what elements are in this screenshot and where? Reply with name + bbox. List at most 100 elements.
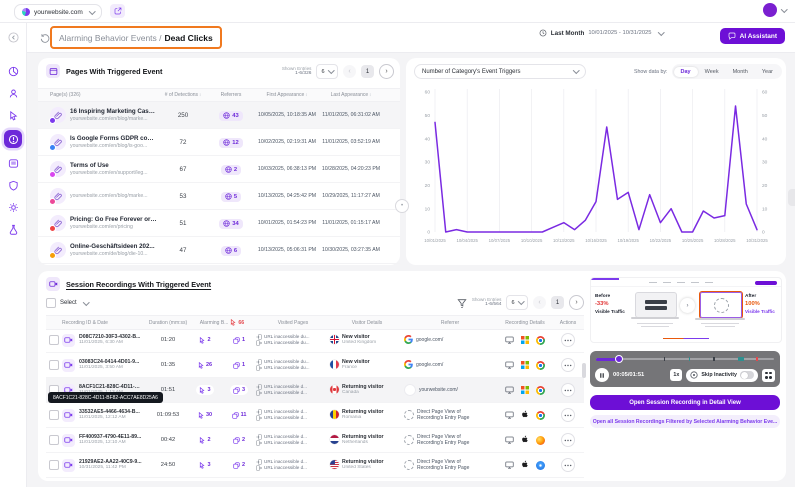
pages-table-row[interactable]: Online-Geschäftsideen 202...yourwebsite.…	[38, 237, 400, 264]
recording-date: 11/01/2025, 12:10 AM	[79, 440, 141, 446]
date-preset-label: Last Month	[551, 30, 585, 37]
pages-table-row[interactable]: 16 Inspiring Marketing Case ...yourwebsi…	[38, 102, 400, 129]
row-checkbox[interactable]	[49, 460, 59, 470]
col-detections[interactable]: # of Detections↕	[158, 92, 208, 98]
pages-count-cell: 2	[222, 435, 256, 445]
share-button[interactable]	[110, 4, 125, 18]
monitor-icon	[505, 331, 514, 349]
row-checkbox[interactable]	[49, 410, 59, 420]
row-actions-button[interactable]	[561, 383, 575, 397]
sidebar-item-settings[interactable]	[6, 200, 20, 214]
recording-row[interactable]: 21929AE2-AA22-40C9-9...10/31/2025, 11:42…	[46, 453, 584, 478]
recording-row[interactable]: 33532AE5-4466-4634-B...11/01/2025, 12:12…	[46, 403, 584, 428]
skip-inactivity-control[interactable]: Skip Inactivity	[686, 369, 758, 382]
col-last-appearance[interactable]: Last Appearance↕	[320, 92, 382, 98]
chevron-down-icon	[658, 29, 664, 35]
sidebar-item-visitors[interactable]	[6, 86, 20, 100]
avatar[interactable]	[763, 3, 777, 17]
recording-row[interactable]: 03083C24-0414-4D01-9...11/01/2025, 3:50 …	[46, 353, 584, 378]
recordings-prev-page-button[interactable]: ‹	[533, 296, 546, 309]
referrers-badge[interactable]: 43	[219, 111, 242, 121]
referrers-badge[interactable]: 34	[219, 219, 242, 229]
player-scrubber[interactable]	[596, 356, 774, 362]
pause-button[interactable]	[595, 368, 609, 382]
player-grid-button[interactable]	[762, 369, 775, 382]
col-visited-pages[interactable]: Visited Pages	[256, 320, 330, 326]
interval-year[interactable]: Year	[755, 67, 780, 77]
edge-drag-handle[interactable]	[788, 189, 795, 206]
row-actions-button[interactable]	[561, 433, 575, 447]
breadcrumb-current: Dead Clicks	[165, 33, 213, 43]
row-actions-button[interactable]	[561, 358, 575, 372]
windows-icon	[521, 386, 529, 394]
pages-table-row[interactable]: Is Google Forms GDPR comp...yourwebsite.…	[38, 129, 400, 156]
referrers-badge[interactable]: 6	[221, 246, 241, 256]
open-all-recordings-link[interactable]: Open all Session Recordings Filtered by …	[590, 415, 780, 428]
row-actions-button[interactable]	[561, 333, 575, 347]
interval-week[interactable]: Week	[698, 67, 726, 77]
interval-day[interactable]: Day	[674, 67, 698, 77]
referrers-badge[interactable]: 5	[221, 192, 241, 202]
sidebar-item-clicks[interactable]	[6, 108, 20, 122]
col-recording-id[interactable]: Recording ID & Date	[62, 320, 148, 326]
row-checkbox-cell	[46, 335, 62, 345]
col-pages[interactable]: Page(s) (326)	[46, 92, 158, 98]
recordings-page-size-select[interactable]: 6	[506, 295, 528, 310]
recording-row[interactable]: FF400937-4790-4E11-89...11/01/2025, 12:1…	[46, 428, 584, 453]
sidebar-collapse-button[interactable]	[6, 30, 20, 44]
exit-page-line: URL inaccessible d...	[256, 440, 307, 446]
col-referrers[interactable]: Referrers	[208, 92, 254, 98]
site-selector[interactable]: yourwebsite.com	[14, 4, 102, 20]
pages-prev-page-button[interactable]: ‹	[343, 65, 356, 78]
col-actions[interactable]: Actions	[554, 320, 582, 326]
row-checkbox[interactable]	[49, 335, 59, 345]
row-checkbox[interactable]	[49, 360, 59, 370]
row-checkbox[interactable]	[49, 435, 59, 445]
pages-table-row[interactable]: Pricing: Go Free Forever or C...yourwebs…	[38, 210, 400, 237]
referrers-badge[interactable]: 2	[221, 165, 241, 175]
pages-table-row[interactable]: Terms of Useyourwebsite.com/en/support/l…	[38, 156, 400, 183]
pages-table-row[interactable]: yourwebsite.com/en/blog/marke...53510/13…	[38, 183, 400, 210]
pages-page-number[interactable]: 1	[361, 65, 374, 78]
select-dropdown[interactable]: Select	[46, 298, 88, 308]
panel-toggle-handle[interactable]: •	[395, 199, 409, 213]
chart-metric-select[interactable]: Number of Category's Event Triggers	[414, 64, 586, 79]
playback-speed-button[interactable]: 1x	[670, 369, 682, 381]
select-all-checkbox[interactable]	[46, 298, 56, 308]
row-actions-button[interactable]	[561, 408, 575, 422]
scrubber-knob[interactable]	[615, 355, 623, 363]
col-referrer[interactable]: Referrer	[404, 320, 496, 326]
col-visitor-details[interactable]: Visitor Details	[330, 320, 404, 326]
filter-funnel-icon[interactable]	[457, 298, 467, 308]
sidebar-item-feedback[interactable]	[6, 178, 20, 192]
sidebar-item-dashboard[interactable]	[6, 64, 20, 78]
avatar-chevron-icon[interactable]	[781, 6, 787, 12]
recordings-next-page-button[interactable]: ›	[569, 295, 584, 310]
recordings-shown-entries: Shown Entries 1-6/564	[472, 297, 502, 308]
alarm-chip: 3	[196, 460, 213, 470]
recording-row[interactable]: D08C7210-30F3-4302-B...11/01/2025, 6:30 …	[46, 328, 584, 353]
interval-month[interactable]: Month	[726, 67, 755, 77]
sidebar-item-alarming-behavior-events[interactable]	[4, 130, 22, 148]
col-alarming[interactable]: Alarming B... 66	[188, 319, 256, 326]
pages-chip: 2	[230, 460, 248, 470]
open-detail-view-button[interactable]: Open Session Recording in Detail View	[590, 395, 780, 410]
date-range-picker[interactable]: Last Month 10/01/2025 - 10/31/2025	[539, 29, 663, 37]
col-duration[interactable]: Duration (mm:ss)	[148, 320, 188, 326]
monitor-icon	[505, 356, 514, 374]
col-first-appearance[interactable]: First Appearance↕	[254, 92, 320, 98]
ai-assistant-button[interactable]: AI Assistant	[720, 28, 785, 44]
referrers-badge[interactable]: 12	[219, 138, 242, 148]
skip-inactivity-toggle[interactable]	[740, 371, 754, 379]
pages-chip: 3	[230, 385, 248, 395]
sidebar-item-experiments[interactable]	[6, 222, 20, 236]
pie-chart-icon	[8, 66, 19, 77]
recording-id: 8ACF1C21-828C-4D11-BF...	[79, 384, 143, 391]
pages-next-page-button[interactable]: ›	[379, 64, 394, 79]
recordings-page-number[interactable]: 1	[551, 296, 564, 309]
panel-divider-handle[interactable]	[582, 363, 586, 378]
col-recording-details[interactable]: Recording Details	[496, 320, 554, 326]
row-actions-button[interactable]	[561, 458, 575, 472]
pages-page-size-select[interactable]: 6	[316, 64, 338, 79]
sidebar-item-recordings[interactable]	[6, 156, 20, 170]
